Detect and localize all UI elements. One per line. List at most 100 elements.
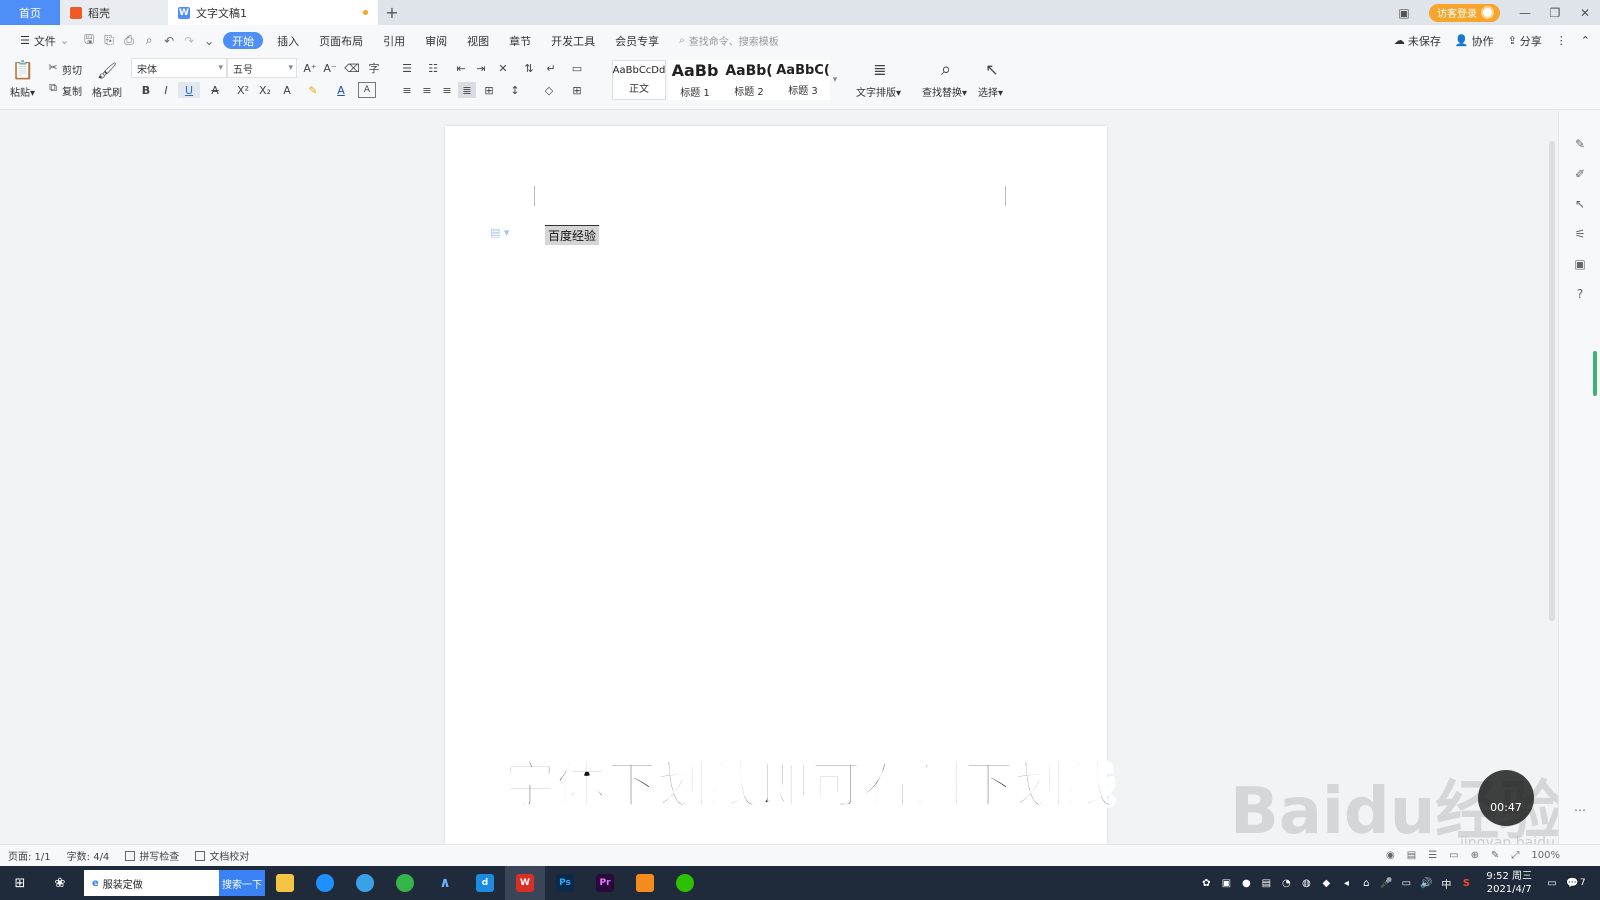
justify-icon[interactable]: ≣ xyxy=(458,82,476,98)
undo-icon[interactable]: ↶ xyxy=(159,31,179,51)
desktop-notes-icon[interactable]: ▭ xyxy=(1543,874,1561,892)
tray-doc-icon[interactable]: ▤ xyxy=(1257,874,1275,892)
text-layout-icon[interactable]: ≣ xyxy=(868,58,892,80)
word-count[interactable]: 字数: 4/4 xyxy=(67,848,110,863)
minimize-button[interactable]: — xyxy=(1510,0,1540,25)
zoom-level[interactable]: 100% xyxy=(1531,850,1560,861)
taskbar-search-input[interactable]: e 服装定做 xyxy=(84,870,219,896)
scrollbar-thumb[interactable] xyxy=(1549,141,1555,621)
vertical-scrollbar[interactable] xyxy=(1548,111,1556,844)
wps-writer-taskbar-icon[interactable]: W xyxy=(505,866,545,900)
distribute-icon[interactable]: ⊞ xyxy=(480,82,498,98)
paste-icon[interactable]: 📋 xyxy=(12,59,34,81)
char-border-icon[interactable]: A xyxy=(358,82,376,98)
tab-document[interactable]: W 文字文稿1 xyxy=(168,0,378,25)
unsaved-button[interactable]: ☁ 未保存 xyxy=(1394,33,1441,49)
style-heading-3[interactable]: AaBbC( 标题 3 xyxy=(776,60,830,100)
print-icon[interactable]: ⎙ xyxy=(119,31,139,51)
menu-tab-review[interactable]: 审阅 xyxy=(415,25,457,56)
paragraph-handle-icon[interactable]: ▤ ▾ xyxy=(490,226,509,239)
tray-360-icon[interactable]: ◍ xyxy=(1297,874,1315,892)
premiere-icon[interactable]: Pr xyxy=(585,866,625,900)
ideapad-icon[interactable]: d xyxy=(465,866,505,900)
outline-view-icon[interactable]: ☰ xyxy=(1428,850,1437,861)
superscript-icon[interactable]: X² xyxy=(234,82,252,98)
menu-tab-developer[interactable]: 开发工具 xyxy=(541,25,605,56)
pen-icon[interactable]: ✐ xyxy=(1571,165,1589,183)
file-explorer-icon[interactable] xyxy=(265,866,305,900)
volume-icon[interactable]: 🔊 xyxy=(1417,874,1435,892)
proofread-button[interactable]: 文档校对 xyxy=(195,848,249,863)
font-color-icon[interactable]: A xyxy=(332,82,350,98)
clear-format-icon[interactable]: ⌫ xyxy=(344,60,360,76)
customize-icon[interactable]: ⌄ xyxy=(199,31,219,51)
phonetic-icon[interactable]: 字 xyxy=(364,60,384,76)
menu-tab-page-layout[interactable]: 页面布局 xyxy=(309,25,373,56)
print-preview-icon[interactable]: ⌕ xyxy=(139,31,159,51)
sidebar-item-style-icon[interactable]: ✎ xyxy=(1571,135,1589,153)
archive-icon[interactable]: ▣ xyxy=(1571,255,1589,273)
show-marks-icon[interactable]: ↵ xyxy=(542,60,560,76)
page-count[interactable]: 页面: 1/1 xyxy=(8,848,51,863)
notes-app-icon[interactable] xyxy=(625,866,665,900)
strikethrough-icon[interactable]: A xyxy=(206,82,224,98)
copy-button[interactable]: 复制 xyxy=(62,83,82,98)
assistant-icon[interactable]: ❀ xyxy=(40,866,80,900)
eye-protect-icon[interactable]: ◉ xyxy=(1386,850,1395,861)
360-browser-icon[interactable] xyxy=(385,866,425,900)
grow-font-icon[interactable]: A⁺ xyxy=(302,60,318,76)
select-button[interactable]: 选择▾ xyxy=(978,84,1003,99)
menu-tab-references[interactable]: 引用 xyxy=(373,25,415,56)
tray-wechat-icon[interactable]: ● xyxy=(1237,874,1255,892)
close-button[interactable]: ✕ xyxy=(1570,0,1600,25)
menu-tab-insert[interactable]: 插入 xyxy=(267,25,309,56)
find-replace-button[interactable]: 查找替换▾ xyxy=(922,84,967,99)
redo-icon[interactable]: ↷ xyxy=(179,31,199,51)
text-effect-icon[interactable]: A xyxy=(278,82,296,98)
save-icon[interactable]: 🖫 xyxy=(79,31,99,51)
menu-tab-chapter[interactable]: 章节 xyxy=(499,25,541,56)
document-workspace[interactable]: ▤ ▾ 百度经验 xyxy=(0,111,1555,844)
help-icon[interactable]: ? xyxy=(1571,285,1589,303)
spell-check-toggle[interactable]: 拼写检查 xyxy=(125,848,179,863)
selected-text[interactable]: 百度经验 xyxy=(545,225,600,245)
styles-expand-icon[interactable]: ▾ xyxy=(830,62,840,98)
format-painter-icon[interactable]: 🖌 xyxy=(96,59,118,81)
bold-icon[interactable]: B xyxy=(138,82,154,98)
tab-home[interactable]: 首页 xyxy=(0,0,60,25)
align-left-icon[interactable]: ≡ xyxy=(398,82,416,98)
window-layout-icon[interactable]: ▣ xyxy=(1389,0,1419,25)
usb-icon[interactable]: ⌂ xyxy=(1357,874,1375,892)
more-icon[interactable]: ⋮ xyxy=(1556,34,1567,47)
guest-login-button[interactable]: 访客登录 xyxy=(1429,3,1500,22)
read-mode-icon[interactable]: ▭ xyxy=(1449,850,1458,861)
settings-sliders-icon[interactable]: ⚟ xyxy=(1571,225,1589,243)
page-view-icon[interactable]: ▤ xyxy=(1407,850,1416,861)
style-heading-2[interactable]: AaBb( 标题 2 xyxy=(722,60,776,100)
export-icon[interactable]: ⎘ xyxy=(99,31,119,51)
increase-indent-icon[interactable]: ⇥ xyxy=(472,60,490,76)
find-icon[interactable]: ⌕ xyxy=(934,58,958,80)
italic-icon[interactable]: I xyxy=(158,82,174,98)
font-family-select[interactable]: 宋体 xyxy=(131,58,227,78)
table-icon[interactable]: ▭ xyxy=(568,60,586,76)
tab-daoke[interactable]: 稻壳 xyxy=(60,0,168,25)
menu-tab-home[interactable]: 开始 xyxy=(223,32,264,49)
notification-center-icon[interactable]: 💬 7 xyxy=(1563,874,1589,892)
sogou-ime-icon[interactable]: S xyxy=(1457,874,1475,892)
sogou-browser-icon[interactable] xyxy=(345,866,385,900)
file-menu[interactable]: ☰ 文件 ⌄ xyxy=(10,25,79,56)
shading-icon[interactable]: ◇ xyxy=(540,82,558,98)
network-icon[interactable]: ▭ xyxy=(1397,874,1415,892)
photoshop-icon[interactable]: Ps xyxy=(545,866,585,900)
align-right-icon[interactable]: ≡ xyxy=(438,82,456,98)
tray-notes-icon[interactable]: ▣ xyxy=(1217,874,1235,892)
restore-button[interactable]: ❐ xyxy=(1540,0,1570,25)
ime-indicator[interactable]: 中 xyxy=(1437,874,1455,892)
align-center-icon[interactable]: ≡ xyxy=(418,82,436,98)
edge-icon[interactable] xyxy=(305,866,345,900)
menu-tab-member[interactable]: 会员专享 xyxy=(605,25,669,56)
paste-button[interactable]: 粘贴▾ xyxy=(10,84,35,99)
collaborate-button[interactable]: 👤 协作 xyxy=(1455,33,1494,49)
shrink-font-icon[interactable]: A⁻ xyxy=(322,60,338,76)
